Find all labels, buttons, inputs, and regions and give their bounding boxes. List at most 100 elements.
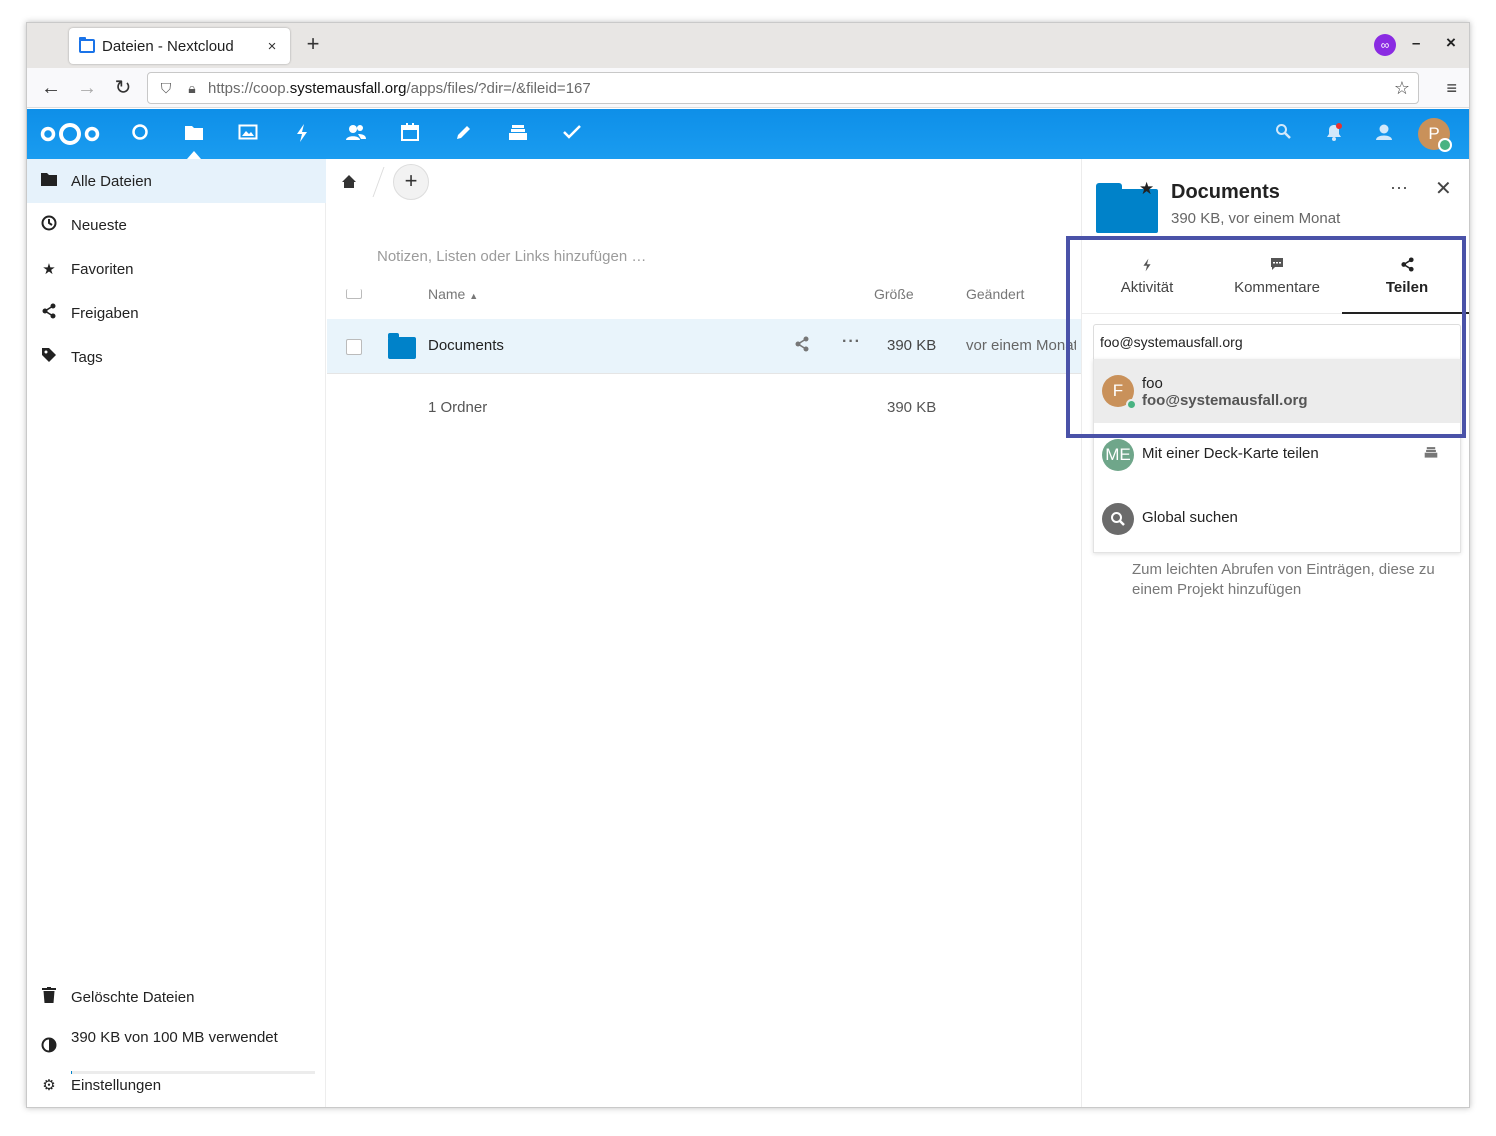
- quota-text: 390 KB von 100 MB verwendet: [71, 1029, 278, 1046]
- lock-icon[interactable]: 🔒︎: [182, 80, 202, 97]
- photos-icon[interactable]: [237, 123, 259, 145]
- private-browsing-icon: ∞: [1374, 34, 1396, 56]
- tab-comments[interactable]: Kommentare: [1212, 257, 1342, 296]
- suggestion-subtitle: foo@systemausfall.org: [1142, 392, 1308, 409]
- quota-pie-icon: [41, 1037, 57, 1057]
- nav-item-settings[interactable]: ⚙ Einstellungen: [27, 1063, 326, 1107]
- suggestion-global-search[interactable]: Global suchen: [1094, 487, 1460, 551]
- forward-icon[interactable]: →: [75, 76, 99, 100]
- status-online-icon: [1126, 399, 1137, 410]
- sidebar-close-icon[interactable]: ✕: [1435, 176, 1452, 201]
- folder-icon: [388, 333, 416, 359]
- tag-icon: [41, 347, 57, 367]
- share-icon[interactable]: [794, 336, 810, 357]
- favorite-star-icon[interactable]: ★: [1139, 179, 1154, 199]
- tab-activity[interactable]: Aktivität: [1082, 257, 1212, 296]
- search-icon[interactable]: [1272, 123, 1294, 145]
- notifications-bell-icon[interactable]: [1323, 123, 1345, 145]
- nav-item-recent[interactable]: Neueste: [27, 203, 326, 247]
- file-name[interactable]: Documents: [428, 337, 504, 354]
- trash-icon: [41, 987, 57, 1007]
- contacts-icon[interactable]: [345, 123, 367, 145]
- folder-icon: [41, 172, 57, 190]
- nav-item-label: Gelöschte Dateien: [71, 988, 195, 1006]
- nav-item-label: Freigaben: [71, 304, 139, 322]
- tab-close-icon[interactable]: ×: [264, 38, 280, 55]
- nav-item-label: Neueste: [71, 216, 127, 234]
- shield-icon[interactable]: ⛉: [156, 80, 176, 97]
- gear-icon: ⚙: [42, 1077, 56, 1094]
- tab-sharing[interactable]: Teilen: [1342, 257, 1469, 296]
- nav-item-deleted-files[interactable]: Gelöschte Dateien: [27, 975, 326, 1019]
- share-search-input[interactable]: [1093, 324, 1461, 360]
- column-header-name[interactable]: Name ▲: [428, 286, 478, 302]
- calendar-icon[interactable]: [399, 123, 421, 145]
- more-actions-icon[interactable]: ···: [842, 333, 861, 351]
- contacts-menu-icon[interactable]: [1373, 123, 1395, 145]
- user-status-online-icon: [1438, 138, 1452, 152]
- column-header-modified[interactable]: Geändert: [966, 286, 1024, 302]
- suggestion-deck-card[interactable]: ME Mit einer Deck-Karte teilen: [1094, 423, 1460, 487]
- share-icon: [41, 303, 57, 323]
- files-summary-size: 390 KB: [887, 399, 937, 416]
- file-modified: vor einem Monat: [966, 337, 1076, 354]
- folder-favicon-icon: [79, 37, 95, 53]
- tab-title: Dateien - Nextcloud: [102, 37, 234, 55]
- nav-item-all-files[interactable]: Alle Dateien: [27, 159, 326, 203]
- tasks-icon[interactable]: [561, 123, 583, 145]
- nav-item-shares[interactable]: Freigaben: [27, 291, 326, 335]
- url-bar[interactable]: ⛉ 🔒︎ https://coop.systemausfall.org/apps…: [147, 72, 1419, 104]
- nav-item-favorites[interactable]: ★ Favoriten: [27, 247, 326, 291]
- nav-item-tags[interactable]: Tags: [27, 335, 326, 379]
- active-tab-underline: [1342, 312, 1469, 314]
- browser-tab[interactable]: Dateien - Nextcloud ×: [69, 28, 290, 64]
- browser-window: Dateien - Nextcloud × + ∞ – × ← → ↻ ⛉ 🔒︎…: [26, 22, 1470, 1108]
- nextcloud-logo[interactable]: [39, 121, 101, 147]
- share-suggestions-dropdown: F foo foo@systemausfall.org ME Mit einer…: [1093, 359, 1461, 553]
- files-summary-count: 1 Ordner: [428, 399, 488, 416]
- row-checkbox[interactable]: [346, 339, 362, 355]
- deck-icon[interactable]: [507, 123, 529, 145]
- search-icon: [1102, 503, 1134, 535]
- select-all-checkbox[interactable]: [346, 289, 362, 299]
- back-icon[interactable]: ←: [39, 76, 63, 100]
- share-icon: [1342, 257, 1469, 279]
- suggestion-title: Global suchen: [1142, 509, 1238, 526]
- browser-navbar: ← → ↻ ⛉ 🔒︎ https://coop.systemausfall.or…: [27, 68, 1469, 108]
- home-icon[interactable]: [341, 174, 357, 194]
- app-navigation: Alle Dateien Neueste ★ Favoriten Freigab…: [27, 159, 326, 1107]
- files-list: + Notizen, Listen oder Links hinzufügen …: [327, 159, 1081, 1107]
- files-icon[interactable]: [183, 123, 205, 145]
- nav-item-label: Einstellungen: [71, 1076, 162, 1094]
- table-row[interactable]: Documents ··· 390 KB vor einem Monat: [327, 319, 1081, 374]
- hamburger-menu-icon[interactable]: ≡: [1446, 78, 1457, 99]
- notes-icon[interactable]: [453, 123, 475, 145]
- suggestion-user-foo[interactable]: F foo foo@systemausfall.org: [1094, 359, 1460, 423]
- comment-icon: [1212, 257, 1342, 279]
- suggestion-title: foo: [1142, 375, 1163, 392]
- close-window-button[interactable]: ×: [1446, 33, 1456, 53]
- sidebar-subtitle: 390 KB, vor einem Monat: [1171, 210, 1341, 227]
- deck-icon: [1424, 445, 1438, 462]
- browser-tabbar: Dateien - Nextcloud × + ∞ – ×: [27, 23, 1469, 68]
- bookmark-star-icon[interactable]: ☆: [1394, 78, 1410, 99]
- column-header-size[interactable]: Größe: [874, 286, 914, 302]
- avatar: ME: [1102, 439, 1134, 471]
- rich-workspace-placeholder[interactable]: Notizen, Listen oder Links hinzufügen …: [377, 248, 646, 265]
- nav-item-label: Tags: [71, 348, 103, 366]
- activity-icon: [1082, 257, 1212, 279]
- url-text: https://coop.systemausfall.org/apps/file…: [208, 79, 591, 97]
- nextcloud-header: P: [27, 109, 1469, 159]
- activity-icon[interactable]: [291, 123, 313, 145]
- nav-item-quota: 390 KB von 100 MB verwendet: [27, 1019, 326, 1063]
- new-tab-button[interactable]: +: [302, 33, 324, 55]
- reload-icon[interactable]: ↻: [111, 76, 135, 100]
- breadcrumb-separator: [361, 167, 385, 197]
- new-file-button[interactable]: +: [393, 164, 429, 200]
- sidebar-more-icon[interactable]: ···: [1390, 177, 1408, 198]
- minimize-button[interactable]: –: [1412, 35, 1420, 52]
- dashboard-icon[interactable]: [129, 123, 151, 145]
- star-icon: ★: [42, 261, 56, 278]
- nav-item-label: Favoriten: [71, 260, 134, 278]
- sidebar-title: Documents: [1171, 181, 1280, 203]
